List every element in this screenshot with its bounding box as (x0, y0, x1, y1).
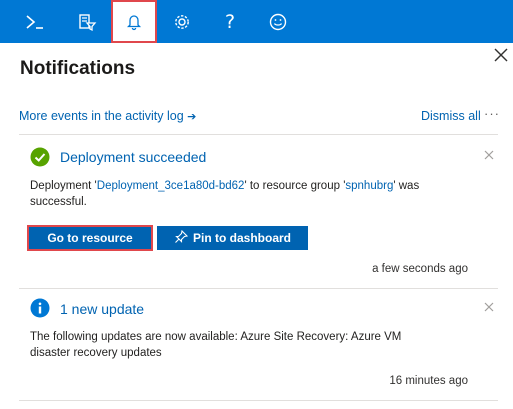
pin-to-dashboard-label: Pin to dashboard (192, 231, 291, 245)
notification-title: 1 new update (60, 301, 145, 317)
question-icon: ? (224, 10, 236, 33)
notifications-button[interactable] (111, 0, 157, 43)
info-icon (30, 298, 50, 323)
pin-icon (174, 229, 189, 247)
smiley-icon (268, 12, 288, 32)
cloud-shell-button[interactable] (12, 0, 58, 43)
body-line: disaster recovery updates (30, 347, 162, 359)
success-check-icon (30, 147, 50, 172)
settings-button[interactable] (159, 0, 205, 43)
activity-log-link-label: More events in the activity log (19, 109, 184, 123)
dismiss-notification-button[interactable] (482, 148, 496, 162)
terminal-icon (24, 13, 46, 31)
notification-time: 16 minutes ago (389, 375, 468, 387)
body-prefix: Deployment ' (30, 180, 97, 192)
notification-body: Deployment 'Deployment_3ce1a80d-bd62' to… (30, 178, 470, 210)
gear-icon (172, 12, 192, 32)
divider (19, 134, 498, 135)
notification-body: The following updates are now available:… (30, 329, 485, 361)
arrow-right-icon: ➔ (187, 110, 197, 123)
directory-filter-button[interactable] (64, 0, 110, 43)
dismiss-notification-button[interactable] (482, 300, 496, 314)
directory-filter-icon (77, 12, 97, 32)
bell-icon (125, 13, 143, 31)
close-icon (492, 48, 510, 68)
deployment-link[interactable]: Deployment_3ce1a80d-bd62 (97, 180, 245, 192)
close-panel-button[interactable] (492, 46, 510, 64)
go-to-resource-button[interactable]: Go to resource (27, 225, 153, 251)
help-button[interactable]: ? (207, 0, 253, 43)
pin-to-dashboard-button[interactable]: Pin to dashboard (157, 226, 308, 250)
dismiss-all-button[interactable]: Dismiss all (421, 109, 481, 123)
close-icon (482, 149, 496, 166)
body-middle: ' to resource group ' (244, 180, 346, 192)
close-icon (482, 301, 496, 318)
feedback-button[interactable] (255, 0, 301, 43)
activity-log-link[interactable]: More events in the activity log ➔ (19, 109, 196, 123)
panel-title: Notifications (20, 58, 136, 79)
notification-time: a few seconds ago (372, 263, 468, 275)
portal-topbar: ? (0, 0, 513, 43)
divider (19, 288, 498, 289)
divider (19, 400, 498, 401)
resource-group-link[interactable]: spnhubrg (345, 180, 393, 192)
more-options-button[interactable]: ··· (484, 106, 500, 121)
notification-title: Deployment succeeded (60, 149, 207, 165)
body-line: The following updates are now available:… (30, 331, 402, 343)
